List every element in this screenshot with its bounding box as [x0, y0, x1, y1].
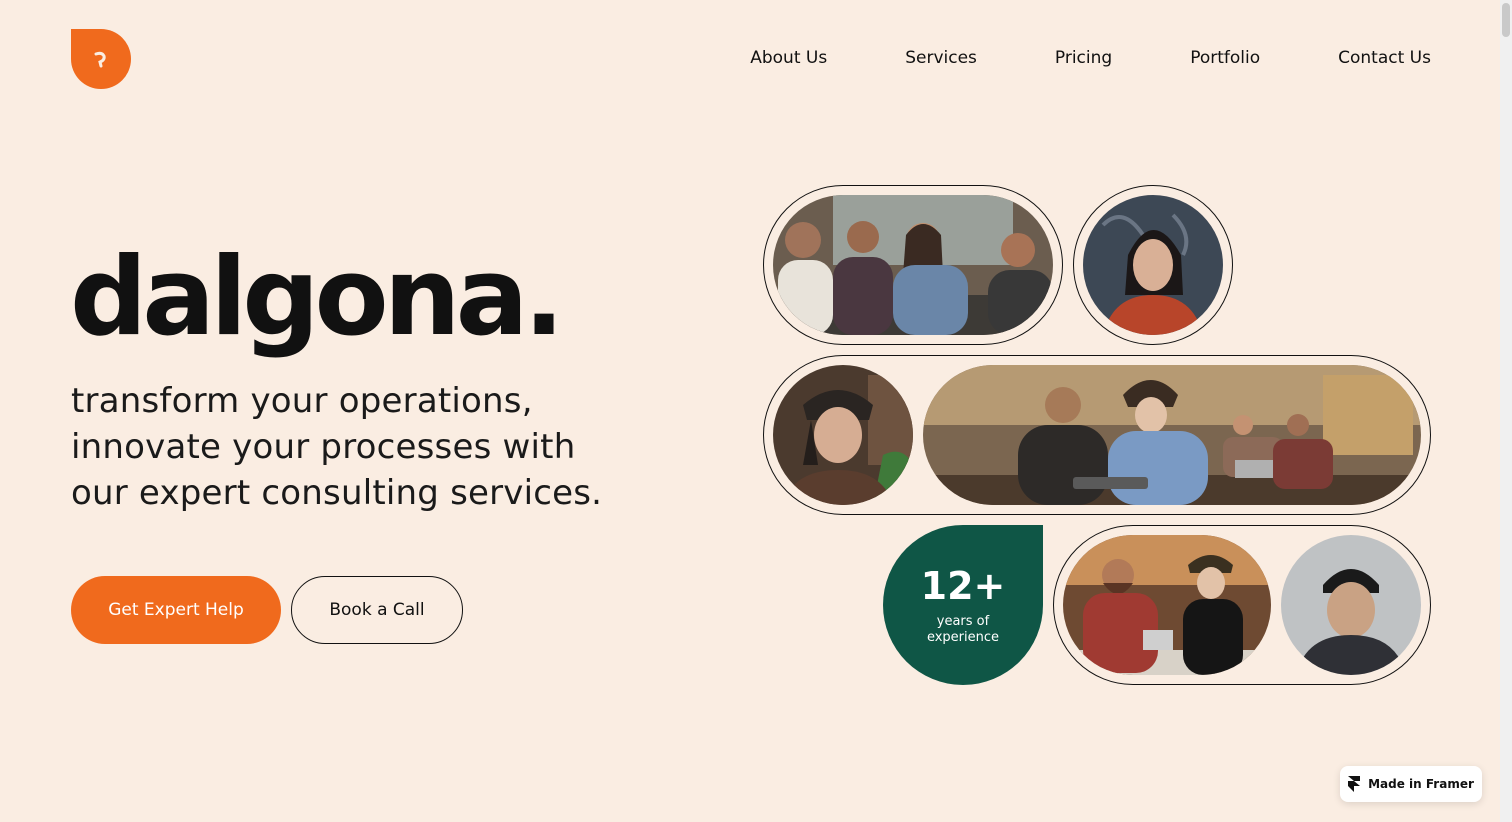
- experience-stat-card: 12+ years of experience: [883, 525, 1043, 685]
- experience-label-line: years of: [936, 614, 990, 629]
- portrait-woman-cap-photo: [773, 365, 913, 505]
- experience-label: years of experience: [927, 614, 999, 646]
- book-a-call-button[interactable]: Book a Call: [291, 576, 463, 644]
- cafe-work-photo: [923, 365, 1421, 505]
- scrollbar-thumb[interactable]: [1502, 3, 1510, 37]
- tagline-line: our expert consulting services.: [71, 473, 603, 513]
- nav-about-us[interactable]: About Us: [750, 46, 827, 70]
- logo-mark-icon: [94, 51, 106, 68]
- logo[interactable]: [71, 29, 131, 89]
- nav-pricing[interactable]: Pricing: [1055, 46, 1112, 70]
- brand-title: dalgona.: [70, 235, 565, 360]
- made-in-framer-badge[interactable]: Made in Framer: [1340, 766, 1482, 802]
- tagline-line: transform your operations,: [71, 381, 533, 421]
- page-scrollbar[interactable]: [1500, 0, 1512, 822]
- nav-portfolio[interactable]: Portfolio: [1190, 46, 1260, 70]
- main-nav: About Us Services Pricing Portfolio Cont…: [750, 46, 1431, 70]
- team-meeting-photo: [773, 195, 1053, 335]
- framer-logo-icon: [1348, 776, 1361, 792]
- cafe-discussion-photo: [1063, 535, 1271, 675]
- experience-label-line: experience: [926, 630, 1000, 645]
- get-expert-help-button[interactable]: Get Expert Help: [71, 576, 281, 644]
- tagline-line: innovate your processes with: [71, 427, 576, 467]
- experience-value: 12+: [920, 564, 1006, 608]
- nav-contact-us[interactable]: Contact Us: [1338, 46, 1431, 70]
- hero-tagline: transform your operations, innovate your…: [71, 378, 631, 516]
- portrait-woman-photo: [1083, 195, 1223, 335]
- nav-services[interactable]: Services: [905, 46, 977, 70]
- portrait-man-beanie-photo: [1281, 535, 1421, 675]
- framer-badge-label: Made in Framer: [1368, 777, 1474, 791]
